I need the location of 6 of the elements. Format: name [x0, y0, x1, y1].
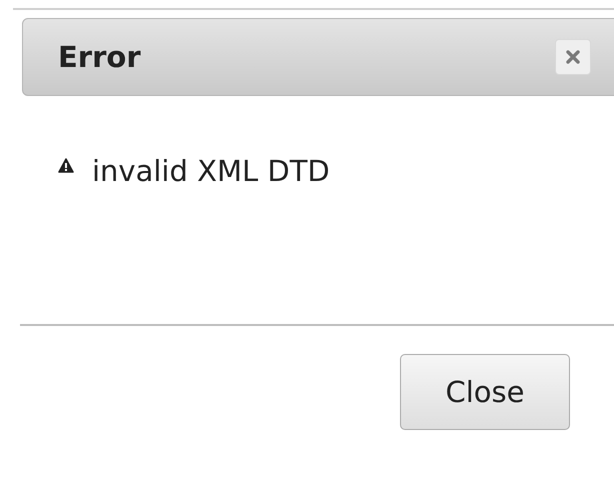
close-button[interactable] [555, 39, 591, 75]
error-message: invalid XML DTD [92, 154, 330, 188]
close-icon [566, 50, 580, 64]
warning-icon [58, 158, 74, 172]
close-button[interactable]: Close [400, 354, 570, 430]
dialog-title: Error [58, 40, 141, 74]
